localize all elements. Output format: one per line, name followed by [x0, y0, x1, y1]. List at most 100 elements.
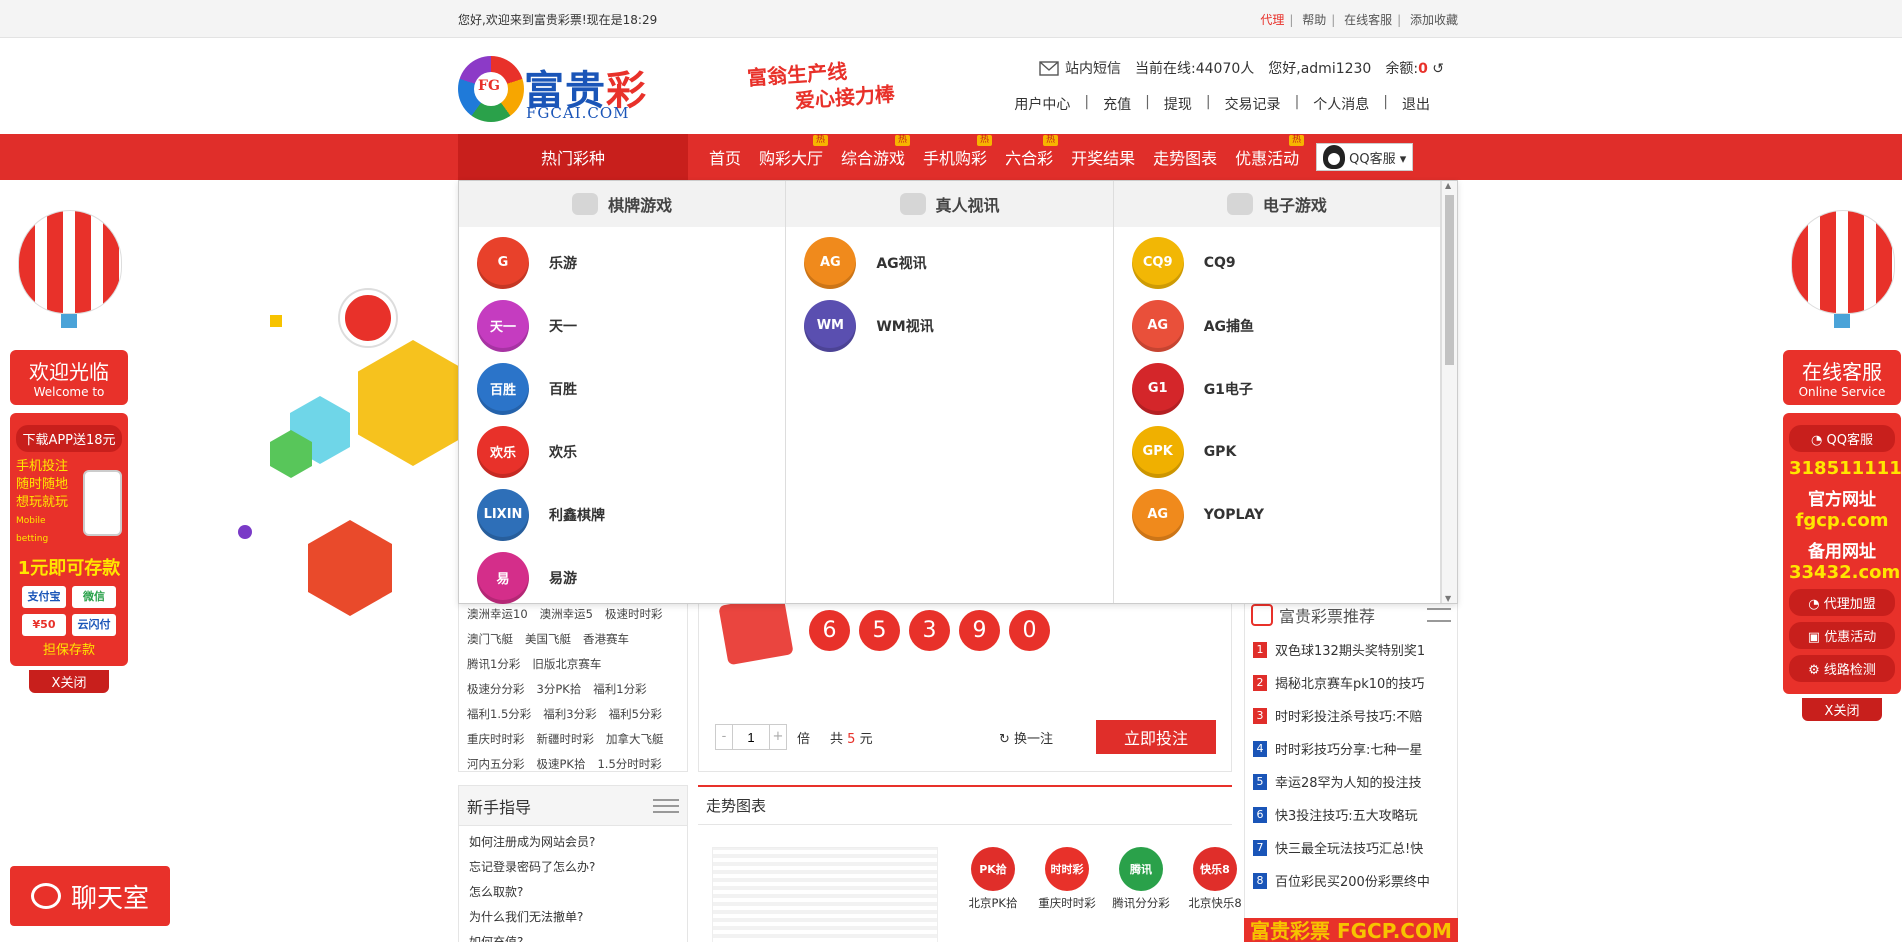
- nav-item[interactable]: 六合彩热: [996, 134, 1062, 180]
- site-logo[interactable]: FG 富贵彩 FGCAI.COM: [458, 56, 658, 122]
- download-app-button[interactable]: 下载APP送18元: [16, 425, 122, 452]
- hot-badge: 热: [895, 135, 911, 146]
- hot-lottery-tab[interactable]: 热门彩种: [458, 134, 688, 180]
- recommend-item[interactable]: 3 时时彩投注杀号技巧:不赔: [1245, 699, 1457, 732]
- dropdown-scrollbar[interactable]: ▲ ▼: [1441, 181, 1457, 603]
- change-ticket-button[interactable]: ↻ 换一注: [999, 728, 1053, 747]
- game-item[interactable]: 百胜 百胜: [459, 357, 785, 420]
- game-item[interactable]: WM WM视讯: [786, 294, 1112, 357]
- game-label: 欢乐: [549, 444, 577, 461]
- nav-item[interactable]: 手机购彩热: [914, 134, 996, 180]
- guide-question-link[interactable]: 如何充值?: [459, 930, 687, 942]
- trend-lottery-link[interactable]: 腾讯 腾讯分分彩: [1108, 847, 1174, 911]
- menu-messages[interactable]: 个人消息: [1299, 94, 1383, 114]
- game-item[interactable]: GPK GPK: [1114, 420, 1440, 483]
- line-check-button[interactable]: ⚙ 线路检测: [1789, 655, 1895, 682]
- lottery-link[interactable]: 重庆时时彩: [467, 727, 525, 752]
- qq-service-button[interactable]: ◔ QQ客服: [1789, 425, 1895, 452]
- trend-chart-thumbnail[interactable]: [712, 847, 938, 942]
- lottery-link[interactable]: 福利1分彩: [593, 677, 646, 702]
- lottery-link[interactable]: 福利1.5分彩: [467, 702, 531, 727]
- game-item[interactable]: 易 易游: [459, 546, 785, 609]
- game-item[interactable]: 天一 天一: [459, 294, 785, 357]
- lottery-link[interactable]: 澳门飞艇: [467, 627, 513, 652]
- agent-join-button[interactable]: ◔ 代理加盟: [1789, 589, 1895, 616]
- game-item[interactable]: CQ9 CQ9: [1114, 231, 1440, 294]
- guide-question-link[interactable]: 怎么取款?: [459, 880, 687, 905]
- nav-item[interactable]: 优惠活动热: [1226, 134, 1308, 180]
- game-item[interactable]: LIXIN 利鑫棋牌: [459, 483, 785, 546]
- lottery-link[interactable]: 福利5分彩: [609, 702, 662, 727]
- multiplier-stepper: - +: [715, 724, 787, 750]
- right-close-button[interactable]: X关闭: [1802, 698, 1882, 721]
- bet-now-button[interactable]: 立即投注: [1096, 720, 1216, 754]
- game-item[interactable]: G1 G1电子: [1114, 357, 1440, 420]
- lottery-link[interactable]: 极速分分彩: [467, 677, 525, 702]
- menu-recharge[interactable]: 充值: [1089, 94, 1145, 114]
- menu-transactions[interactable]: 交易记录: [1211, 94, 1295, 114]
- lottery-link[interactable]: 3分PK拾: [537, 677, 582, 702]
- game-logo-icon: AG: [804, 236, 857, 289]
- plus-button[interactable]: +: [770, 725, 786, 749]
- game-item[interactable]: G 乐游: [459, 231, 785, 294]
- wechat-icon: 微信: [72, 586, 116, 608]
- nav-item[interactable]: 走势图表: [1144, 134, 1226, 180]
- lottery-link[interactable]: 极速PK拾: [537, 752, 586, 777]
- game-item[interactable]: 欢乐 欢乐: [459, 420, 785, 483]
- nav-item[interactable]: 购彩大厅热: [750, 134, 832, 180]
- trend-lottery-link[interactable]: PK拾 北京PK拾: [960, 847, 1026, 911]
- lottery-link[interactable]: 香港赛车: [583, 627, 629, 652]
- mail-link[interactable]: 站内短信: [1039, 58, 1121, 78]
- game-label: YOPLAY: [1203, 506, 1265, 523]
- game-item[interactable]: AG YOPLAY: [1114, 483, 1440, 546]
- refresh-icon[interactable]: ↺: [1432, 61, 1444, 77]
- recommend-item[interactable]: 4 时时彩技巧分享:七种一星: [1245, 732, 1457, 765]
- guide-question-link[interactable]: 忘记登录密码了怎么办?: [459, 855, 687, 880]
- recommend-item[interactable]: 1 双色球132期头奖特别奖1: [1245, 633, 1457, 666]
- promo-button[interactable]: ▣ 优惠活动: [1789, 622, 1895, 649]
- newbie-guide: 新手指导 如何注册成为网站会员? 忘记登录密码了怎么办? 怎么取款? 为什么我们无法撤…: [458, 785, 688, 942]
- chat-bubble-icon: [30, 883, 61, 909]
- game-item[interactable]: AG AG捕鱼: [1114, 294, 1440, 357]
- link-agent[interactable]: 代理: [1260, 13, 1284, 27]
- list-menu-icon[interactable]: [653, 798, 679, 813]
- lottery-link[interactable]: 1.5分时时彩: [597, 752, 661, 777]
- qq-service-dropdown[interactable]: QQ客服 ▾: [1316, 143, 1414, 171]
- lottery-link[interactable]: 腾讯1分彩: [467, 652, 520, 677]
- lottery-link[interactable]: 加拿大飞艇: [606, 727, 664, 752]
- menu-withdraw[interactable]: 提现: [1150, 94, 1206, 114]
- menu-user-center[interactable]: 用户中心: [1000, 94, 1084, 114]
- lottery-link[interactable]: 新疆时时彩: [537, 727, 595, 752]
- official-url[interactable]: fgcp.com: [1789, 510, 1895, 531]
- menu-logout[interactable]: 退出: [1388, 94, 1444, 114]
- link-online-service[interactable]: 在线客服: [1344, 13, 1392, 27]
- lottery-link[interactable]: 美国飞艇: [525, 627, 571, 652]
- trend-lottery-link[interactable]: 时时彩 重庆时时彩: [1034, 847, 1100, 911]
- game-item[interactable]: AG AG视讯: [786, 231, 1112, 294]
- recommend-item[interactable]: 6 快3投注技巧:五大攻略玩: [1245, 798, 1457, 831]
- nav-item[interactable]: 首页: [700, 134, 750, 180]
- minus-button[interactable]: -: [716, 725, 732, 749]
- trend-lottery-link[interactable]: 快乐8 北京快乐8: [1182, 847, 1248, 911]
- lottery-link[interactable]: 福利3分彩: [543, 702, 596, 727]
- list-menu-icon[interactable]: [1427, 608, 1451, 622]
- guide-question-link[interactable]: 如何注册成为网站会员?: [459, 830, 687, 855]
- chat-room-button[interactable]: 聊天室: [10, 866, 170, 926]
- recommend-item[interactable]: 7 快三最全玩法技巧汇总!快: [1245, 831, 1457, 864]
- left-close-button[interactable]: X关闭: [29, 670, 109, 693]
- recommend-item[interactable]: 8 百位彩民买200份彩票终中: [1245, 864, 1457, 897]
- welcome-text: 您好,欢迎来到富贵彩票!现在是18:29: [458, 12, 658, 27]
- promo-banner[interactable]: 富贵彩票 FGCP.COM: [1244, 918, 1458, 942]
- lottery-link[interactable]: 旧版北京赛车: [532, 652, 601, 677]
- link-add-favorite[interactable]: 添加收藏: [1410, 13, 1458, 27]
- lottery-link[interactable]: 河内五分彩: [467, 752, 525, 777]
- right-float-panel: 在线客服 Online Service ◔ QQ客服 318511111 官方网…: [1783, 210, 1902, 721]
- guide-question-link[interactable]: 为什么我们无法撤单?: [459, 905, 687, 930]
- link-help[interactable]: 帮助: [1302, 13, 1326, 27]
- nav-item[interactable]: 开奖结果: [1062, 134, 1144, 180]
- nav-item[interactable]: 综合游戏热: [832, 134, 914, 180]
- recommend-item[interactable]: 2 揭秘北京赛车pk10的技巧: [1245, 666, 1457, 699]
- multiplier-input[interactable]: [732, 725, 770, 749]
- backup-url[interactable]: 33432.com: [1789, 562, 1900, 583]
- recommend-item[interactable]: 5 幸运28罕为人知的投注技: [1245, 765, 1457, 798]
